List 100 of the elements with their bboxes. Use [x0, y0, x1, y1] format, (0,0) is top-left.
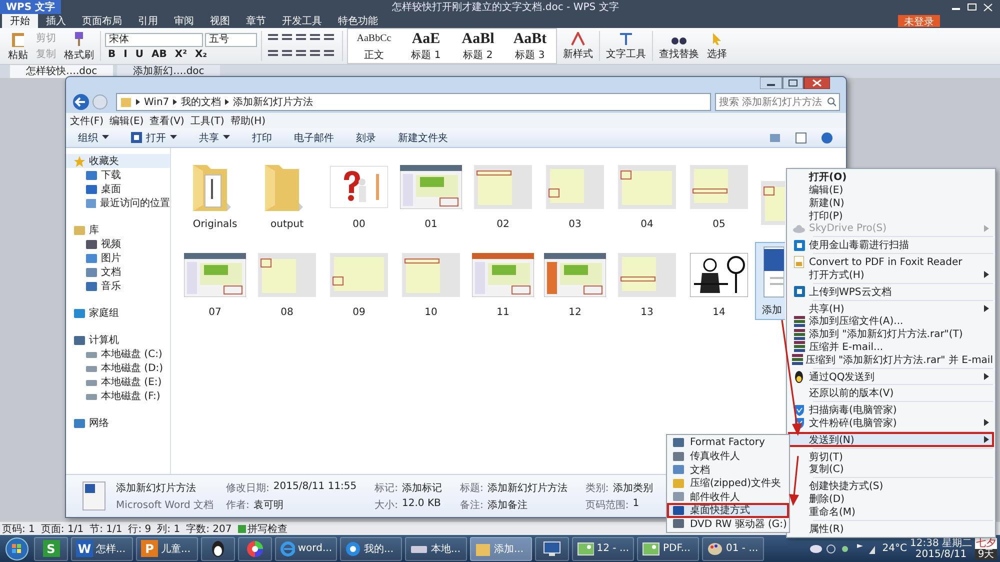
- format-button[interactable]: U: [132, 48, 146, 60]
- address-bar[interactable]: Win7 我的文档 添加新幻灯片方法: [116, 93, 711, 111]
- window-controls-icon[interactable]: [950, 2, 994, 12]
- menu-item[interactable]: 发送到(N): [789, 433, 993, 446]
- file-item[interactable]: 11: [467, 242, 539, 320]
- taskbar-button[interactable]: P 儿童...: [136, 536, 198, 560]
- nav-item[interactable]: 收藏夹: [66, 154, 170, 168]
- file-item[interactable]: 03: [539, 154, 611, 232]
- view-options-icon[interactable]: [770, 132, 834, 144]
- menu-item[interactable]: 添加到 "添加新幻灯片方法.rar"(T): [789, 328, 993, 341]
- menu-item[interactable]: 帮助(H): [230, 114, 266, 128]
- ribbon-tab[interactable]: 插入: [38, 14, 74, 28]
- ribbon-tab[interactable]: 审阅: [166, 14, 202, 28]
- nav-item[interactable]: 文档: [66, 265, 170, 279]
- style-option[interactable]: AaBt 标题 3: [504, 29, 556, 63]
- login-button[interactable]: 未登录: [898, 15, 940, 27]
- file-item[interactable]: 00: [323, 154, 395, 232]
- menu-item[interactable]: 删除(D): [789, 492, 993, 506]
- menu-item[interactable]: Format Factory: [668, 436, 788, 450]
- nav-item[interactable]: 音乐: [66, 279, 170, 293]
- menu-item[interactable]: 创建快捷方式(S): [789, 480, 993, 493]
- menu-item[interactable]: 打开(O): [789, 171, 993, 184]
- file-item[interactable]: 12: [539, 242, 611, 320]
- ribbon-tab[interactable]: 视图: [202, 14, 238, 28]
- breadcrumb-item[interactable]: 我的文档: [181, 95, 222, 109]
- toolbar-button[interactable]: 新建文件夹: [398, 130, 448, 144]
- nav-item[interactable]: 本地磁盘 (E:): [66, 375, 170, 389]
- taskbar-button[interactable]: word...: [275, 536, 337, 560]
- menu-item[interactable]: 共享(H): [789, 302, 993, 315]
- taskbar-button[interactable]: 我的...: [340, 536, 402, 560]
- taskbar-button[interactable]: S: [34, 536, 68, 560]
- file-item[interactable]: 01: [395, 154, 467, 232]
- ribbon-tab[interactable]: 开始: [2, 14, 38, 28]
- nav-item[interactable]: 库: [66, 223, 170, 237]
- format-button[interactable]: AB: [148, 48, 170, 60]
- file-item[interactable]: 13: [611, 242, 683, 320]
- nav-item[interactable]: 计算机: [66, 333, 170, 347]
- text-tools-button[interactable]: 文字工具: [604, 32, 648, 60]
- nav-item[interactable]: 本地磁盘 (C:): [66, 347, 170, 361]
- taskbar-button[interactable]: 01 - ...: [702, 536, 764, 560]
- breadcrumb-item[interactable]: Win7: [144, 96, 170, 108]
- format-painter-button[interactable]: 格式刷: [62, 30, 96, 62]
- menu-item[interactable]: 文档: [668, 463, 788, 476]
- menu-item[interactable]: Convert to PDF in Foxit Reader: [789, 256, 993, 269]
- app-menu-button[interactable]: WPS 文字: [0, 0, 62, 14]
- menu-item[interactable]: 使用金山毒霸进行扫描: [789, 238, 993, 252]
- menu-item[interactable]: 传真收件人: [668, 450, 788, 463]
- nav-item[interactable]: 家庭组: [66, 306, 170, 320]
- file-item[interactable]: 10: [395, 242, 467, 320]
- toolbar-button[interactable]: 组织: [78, 130, 109, 144]
- menu-item[interactable]: 新建(N): [789, 196, 993, 210]
- format-button[interactable]: X₂: [192, 48, 210, 60]
- new-style-button[interactable]: 新样式: [561, 32, 595, 60]
- menu-item[interactable]: 重命名(M): [789, 505, 993, 518]
- menu-item[interactable]: 桌面快捷方式: [668, 504, 788, 517]
- ribbon-tab[interactable]: 章节: [238, 14, 274, 28]
- file-item[interactable]: 04: [611, 154, 683, 232]
- taskbar-button[interactable]: W 怎样...: [71, 536, 133, 560]
- nav-item[interactable]: 网络: [66, 416, 170, 430]
- menu-item[interactable]: 文件(F): [70, 114, 104, 128]
- nav-item[interactable]: 本地磁盘 (D:): [66, 361, 170, 375]
- toolbar-button[interactable]: 刻录: [356, 130, 376, 144]
- menu-item[interactable]: 查看(V): [150, 114, 184, 128]
- menu-item[interactable]: 还原以前的版本(V): [789, 386, 993, 400]
- menu-item[interactable]: 工具(T): [190, 114, 224, 128]
- menu-item[interactable]: 上传到WPS云文档: [789, 285, 993, 298]
- breadcrumb-item[interactable]: 添加新幻灯片方法: [233, 95, 314, 109]
- file-item[interactable]: output: [251, 154, 323, 232]
- file-item[interactable]: 14: [683, 242, 755, 320]
- style-option[interactable]: AaBbCc 正文: [348, 29, 400, 63]
- document-tab[interactable]: 怎样较快….doc: [10, 65, 114, 78]
- file-item[interactable]: 02: [467, 154, 539, 232]
- taskbar-button[interactable]: [201, 536, 235, 560]
- style-option[interactable]: AaBl 标题 2: [452, 29, 504, 63]
- menu-item[interactable]: 剪切(T): [789, 450, 993, 463]
- menu-item[interactable]: 编辑(E): [110, 114, 144, 128]
- spell-check-toggle[interactable]: 拼写检查: [238, 522, 288, 536]
- ribbon-tab[interactable]: 开发工具: [274, 14, 330, 28]
- menu-item[interactable]: 压缩并 E-mail...: [789, 340, 993, 354]
- font-size-field[interactable]: 五号: [205, 32, 257, 46]
- nav-item[interactable]: 下载: [66, 168, 170, 182]
- file-item[interactable]: 09: [323, 242, 395, 320]
- find-replace-button[interactable]: 查找替换: [657, 32, 701, 60]
- format-button[interactable]: X²: [172, 48, 190, 60]
- file-item[interactable]: 07: [179, 242, 251, 320]
- taskbar-button[interactable]: 本地...: [405, 536, 467, 560]
- select-button[interactable]: 选择: [705, 32, 729, 60]
- menu-item[interactable]: 属性(R): [789, 522, 993, 535]
- menu-item[interactable]: 打开方式(H): [789, 268, 993, 282]
- nav-item[interactable]: 本地磁盘 (F:): [66, 389, 170, 403]
- menu-item[interactable]: 压缩(zipped)文件夹: [668, 476, 788, 490]
- menu-item[interactable]: 打印(P): [789, 209, 993, 222]
- file-item[interactable]: 05: [683, 154, 755, 232]
- calendar-widget[interactable]: 七夕 9天: [975, 538, 997, 560]
- taskbar-button[interactable]: [238, 536, 272, 560]
- menu-item[interactable]: 扫描病毒(电脑管家): [789, 404, 993, 417]
- menu-item[interactable]: 通过QQ发送到: [789, 370, 993, 383]
- taskbar-button[interactable]: PDF...: [637, 536, 699, 560]
- format-button[interactable]: I: [120, 48, 130, 60]
- font-field[interactable]: 宋体: [105, 32, 203, 46]
